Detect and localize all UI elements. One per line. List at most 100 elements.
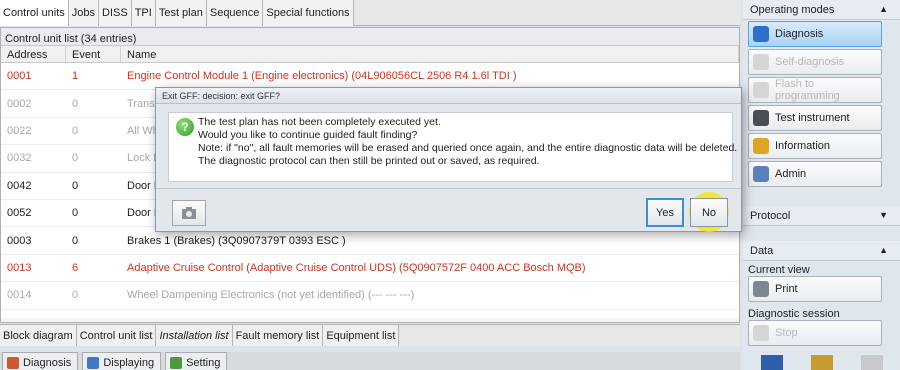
current-view-label: Current view [748, 264, 810, 276]
dialog-separator [156, 188, 741, 189]
diagnosis-mode-button[interactable]: Diagnosis [748, 21, 882, 47]
flash-label: Flash to programming [775, 78, 840, 102]
test-instrument-label: Test instrument [775, 112, 850, 124]
collapse-icon[interactable]: ▲ [879, 4, 900, 19]
screenshot-button[interactable] [172, 200, 206, 226]
tab-equipment-list[interactable]: Equipment list [323, 325, 400, 346]
admin-label: Admin [775, 168, 807, 180]
tab-special-functions[interactable]: Special functions [263, 0, 354, 26]
right-panel: Operating modes ▲ Diagnosis Self-diagnos… [743, 0, 900, 370]
tab-jobs[interactable]: Jobs [68, 0, 100, 26]
diagnosis-icon [753, 26, 769, 42]
test-instrument-icon [753, 110, 769, 126]
cell-event: 0 [72, 124, 79, 137]
print-label: Print [775, 283, 798, 295]
information-button[interactable]: Information [748, 133, 882, 159]
cell-event: 0 [72, 97, 79, 110]
tab-tpi[interactable]: TPI [131, 0, 156, 26]
operating-modes-label: Operating modes [750, 4, 835, 16]
no-button[interactable]: No [690, 198, 728, 227]
protocol-label: Protocol [750, 210, 791, 222]
expand-icon[interactable]: ▼ [879, 210, 900, 225]
column-header-name[interactable]: Name [121, 46, 739, 62]
tab-sequence[interactable]: Sequence [206, 0, 264, 26]
cell-name: Brakes 1 (Brakes) (3Q0907379T 0393 ESC ) [127, 234, 346, 247]
cell-name: Wheel Dampening Electronics (not yet ide… [127, 289, 415, 302]
self-diagnosis-label: Self-diagnosis [775, 56, 845, 68]
question-icon: ? [176, 118, 194, 136]
admin-button[interactable]: Admin [748, 161, 882, 187]
cell-event: 0 [72, 179, 79, 192]
cell-name: Adaptive Cruise Control (Adaptive Cruise… [127, 261, 586, 274]
self-diagnosis-button[interactable]: Self-diagnosis [748, 49, 882, 75]
tab-block-diagram[interactable]: Block diagram [0, 325, 77, 346]
cell-address: 0042 [7, 179, 32, 192]
diagnosis-icon [7, 357, 19, 369]
dialog-line: The diagnostic protocol can then still b… [198, 155, 540, 167]
operating-modes-header[interactable]: Operating modes ▲ [743, 0, 900, 20]
stop-icon [753, 325, 769, 341]
cell-address: 0002 [7, 97, 32, 110]
printer-icon [753, 281, 769, 297]
cell-name: Engine Control Module 1 (Engine electron… [127, 70, 517, 83]
cell-event: 1 [72, 70, 79, 83]
cell-event: 6 [72, 261, 79, 274]
flash-programming-button[interactable]: Flash to programming [748, 77, 882, 103]
navigate-icon[interactable] [761, 355, 783, 370]
column-header-event[interactable]: Event [66, 46, 121, 62]
status-displaying-label: Displaying [103, 357, 155, 369]
column-header-address[interactable]: Address [1, 46, 66, 62]
tab-diss[interactable]: DISS [99, 0, 132, 26]
table-header: Address Event Name [1, 46, 739, 63]
dialog-line: Would you like to continue guided fault … [198, 129, 418, 141]
tab-control-units[interactable]: Control units [0, 0, 69, 26]
tools-icon[interactable] [811, 355, 833, 370]
cell-address: 0032 [7, 152, 32, 165]
diagnosis-mode-label: Diagnosis [775, 28, 824, 40]
tab-test-plan[interactable]: Test plan [155, 0, 207, 26]
tab-fault-memory-list[interactable]: Fault memory list [232, 325, 324, 346]
status-diagnosis-label: Diagnosis [23, 357, 72, 369]
status-diagnosis-button[interactable]: Diagnosis [2, 352, 79, 370]
dialog-line: The test plan has not been completely ex… [198, 116, 441, 128]
collapse-icon[interactable]: ▲ [879, 245, 900, 260]
table-row[interactable]: 0014 0 Wheel Dampening Electronics (not … [1, 282, 739, 310]
help-icon[interactable] [861, 355, 883, 370]
admin-icon [753, 166, 769, 182]
stop-label: Stop [775, 327, 798, 339]
cell-event: 0 [72, 152, 79, 165]
information-label: Information [775, 140, 831, 152]
information-icon [753, 138, 769, 154]
print-button[interactable]: Print [748, 276, 882, 302]
self-diagnosis-icon [753, 54, 769, 70]
dialog-message: ? The test plan has not been completely … [168, 112, 738, 182]
cell-address: 0013 [7, 261, 32, 274]
setting-icon [170, 357, 183, 369]
flash-icon [753, 82, 769, 98]
stop-button[interactable]: Stop [748, 320, 882, 346]
cell-address: 0001 [7, 70, 32, 83]
camera-icon [182, 207, 196, 219]
diagnostic-session-label: Diagnostic session [748, 308, 840, 320]
cell-event: 0 [72, 289, 79, 302]
status-displaying-button[interactable]: Displaying [82, 352, 162, 370]
cell-address: 0022 [7, 124, 32, 137]
protocol-header[interactable]: Protocol ▼ [743, 206, 900, 226]
panel-title: Control unit list (34 entries) [1, 28, 739, 46]
test-instrument-button[interactable]: Test instrument [748, 105, 882, 131]
displaying-icon [87, 357, 100, 369]
table-row[interactable]: 0013 6 Adaptive Cruise Control (Adaptive… [1, 255, 739, 283]
dialog-line: Note: if "no", all fault memories will b… [198, 142, 738, 154]
status-setting-button[interactable]: Setting [165, 352, 228, 370]
data-header[interactable]: Data ▲ [743, 241, 900, 261]
tab-installation-list[interactable]: Installation list [156, 325, 233, 346]
status-setting-label: Setting [186, 357, 221, 369]
cell-address: 0003 [7, 234, 32, 247]
cell-address: 0052 [7, 207, 32, 220]
data-label: Data [750, 245, 774, 257]
top-tab-bar: Control units Jobs DISS TPI Test plan Se… [0, 0, 740, 26]
status-bar: Diagnosis Displaying Setting [0, 352, 740, 370]
cell-event: 0 [72, 207, 79, 220]
tab-control-unit-list[interactable]: Control unit list [76, 325, 157, 346]
yes-button[interactable]: Yes [646, 198, 684, 227]
